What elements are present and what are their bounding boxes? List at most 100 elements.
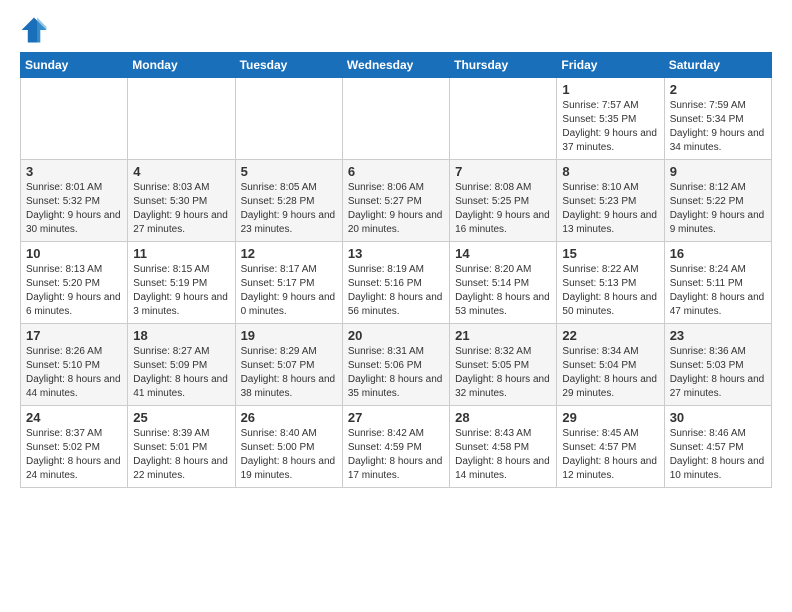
day-cell: 15 Sunrise: 8:22 AM Sunset: 5:13 PM Dayli… [557,242,664,324]
day-number: 2 [670,82,766,97]
day-number: 27 [348,410,444,425]
day-cell: 9 Sunrise: 8:12 AM Sunset: 5:22 PM Daylig… [664,160,771,242]
day-number: 17 [26,328,122,343]
day-number: 15 [562,246,658,261]
day-info: Sunrise: 8:15 AM Sunset: 5:19 PM Dayligh… [133,263,229,319]
day-cell: 6Sunrise: 8:06 AM Sunset: 5:27 PM Daylig… [342,160,449,242]
day-number: 12 [241,246,337,261]
day-info: Sunrise: 8:45 AM Sunset: 4:57 PM Dayligh… [562,427,658,483]
day-number: 19 [241,328,337,343]
day-number: 29 [562,410,658,425]
weekday-header-saturday: Saturday [664,53,771,78]
week-row-1: 1 Sunrise: 7:57 AM Sunset: 5:35 PM Daylig… [21,78,772,160]
calendar-table: SundayMondayTuesdayWednesdayThursdayFrid… [20,52,772,488]
day-number: 6 [348,164,444,179]
day-info: Sunrise: 8:46 AM Sunset: 4:57 PM Dayligh… [670,427,766,483]
day-info: Sunrise: 8:39 AM Sunset: 5:01 PM Dayligh… [133,427,229,483]
week-row-5: 24 Sunrise: 8:37 AM Sunset: 5:02 PM Dayli… [21,406,772,488]
day-info: Sunrise: 8:01 AM Sunset: 5:32 PM Dayligh… [26,181,122,237]
day-cell [235,78,342,160]
day-info: Sunrise: 8:32 AM Sunset: 5:05 PM Dayligh… [455,345,551,401]
page: SundayMondayTuesdayWednesdayThursdayFrid… [0,0,792,498]
day-cell [21,78,128,160]
week-row-3: 10 Sunrise: 8:13 AM Sunset: 5:20 PM Dayli… [21,242,772,324]
day-cell: 21 Sunrise: 8:32 AM Sunset: 5:05 PM Dayli… [450,324,557,406]
day-info: Sunrise: 8:36 AM Sunset: 5:03 PM Dayligh… [670,345,766,401]
week-row-4: 17 Sunrise: 8:26 AM Sunset: 5:10 PM Dayli… [21,324,772,406]
day-number: 13 [348,246,444,261]
day-cell: 23 Sunrise: 8:36 AM Sunset: 5:03 PM Dayli… [664,324,771,406]
day-cell: 19Sunrise: 8:29 AM Sunset: 5:07 PM Dayli… [235,324,342,406]
week-row-2: 3 Sunrise: 8:01 AM Sunset: 5:32 PM Daylig… [21,160,772,242]
day-number: 20 [348,328,444,343]
day-info: Sunrise: 8:42 AM Sunset: 4:59 PM Dayligh… [348,427,444,483]
day-info: Sunrise: 8:22 AM Sunset: 5:13 PM Dayligh… [562,263,658,319]
day-info: Sunrise: 7:57 AM Sunset: 5:35 PM Dayligh… [562,99,658,155]
day-cell [128,78,235,160]
day-info: Sunrise: 8:26 AM Sunset: 5:10 PM Dayligh… [26,345,122,401]
day-info: Sunrise: 8:03 AM Sunset: 5:30 PM Dayligh… [133,181,229,237]
day-cell: 7Sunrise: 8:08 AM Sunset: 5:25 PM Daylig… [450,160,557,242]
day-cell: 3 Sunrise: 8:01 AM Sunset: 5:32 PM Daylig… [21,160,128,242]
day-number: 3 [26,164,122,179]
header-row [20,16,772,44]
day-cell: 20 Sunrise: 8:31 AM Sunset: 5:06 PM Dayli… [342,324,449,406]
logo [20,16,52,44]
day-info: Sunrise: 8:24 AM Sunset: 5:11 PM Dayligh… [670,263,766,319]
day-number: 28 [455,410,551,425]
day-info: Sunrise: 8:27 AM Sunset: 5:09 PM Dayligh… [133,345,229,401]
day-info: Sunrise: 8:17 AM Sunset: 5:17 PM Dayligh… [241,263,337,319]
day-number: 16 [670,246,766,261]
weekday-header-wednesday: Wednesday [342,53,449,78]
day-number: 21 [455,328,551,343]
weekday-header-thursday: Thursday [450,53,557,78]
day-cell: 4 Sunrise: 8:03 AM Sunset: 5:30 PM Daylig… [128,160,235,242]
day-info: Sunrise: 8:12 AM Sunset: 5:22 PM Dayligh… [670,181,766,237]
day-cell: 1 Sunrise: 7:57 AM Sunset: 5:35 PM Daylig… [557,78,664,160]
day-cell: 18 Sunrise: 8:27 AM Sunset: 5:09 PM Dayli… [128,324,235,406]
day-cell: 2 Sunrise: 7:59 AM Sunset: 5:34 PM Daylig… [664,78,771,160]
day-info: Sunrise: 7:59 AM Sunset: 5:34 PM Dayligh… [670,99,766,155]
day-cell: 14Sunrise: 8:20 AM Sunset: 5:14 PM Dayli… [450,242,557,324]
weekday-header-row: SundayMondayTuesdayWednesdayThursdayFrid… [21,53,772,78]
day-number: 24 [26,410,122,425]
logo-icon [20,16,48,44]
day-info: Sunrise: 8:37 AM Sunset: 5:02 PM Dayligh… [26,427,122,483]
day-cell: 28Sunrise: 8:43 AM Sunset: 4:58 PM Dayli… [450,406,557,488]
day-cell: 27 Sunrise: 8:42 AM Sunset: 4:59 PM Dayli… [342,406,449,488]
day-number: 7 [455,164,551,179]
day-cell [450,78,557,160]
weekday-header-friday: Friday [557,53,664,78]
day-number: 4 [133,164,229,179]
day-cell: 12 Sunrise: 8:17 AM Sunset: 5:17 PM Dayli… [235,242,342,324]
weekday-header-tuesday: Tuesday [235,53,342,78]
day-info: Sunrise: 8:40 AM Sunset: 5:00 PM Dayligh… [241,427,337,483]
day-number: 23 [670,328,766,343]
day-info: Sunrise: 8:10 AM Sunset: 5:23 PM Dayligh… [562,181,658,237]
day-info: Sunrise: 8:31 AM Sunset: 5:06 PM Dayligh… [348,345,444,401]
day-cell: 22 Sunrise: 8:34 AM Sunset: 5:04 PM Dayli… [557,324,664,406]
weekday-header-monday: Monday [128,53,235,78]
day-number: 9 [670,164,766,179]
day-info: Sunrise: 8:13 AM Sunset: 5:20 PM Dayligh… [26,263,122,319]
day-number: 8 [562,164,658,179]
day-cell: 8 Sunrise: 8:10 AM Sunset: 5:23 PM Daylig… [557,160,664,242]
day-cell: 25Sunrise: 8:39 AM Sunset: 5:01 PM Dayli… [128,406,235,488]
day-cell: 13 Sunrise: 8:19 AM Sunset: 5:16 PM Dayli… [342,242,449,324]
day-cell [342,78,449,160]
day-cell: 10 Sunrise: 8:13 AM Sunset: 5:20 PM Dayli… [21,242,128,324]
day-number: 30 [670,410,766,425]
day-cell: 11Sunrise: 8:15 AM Sunset: 5:19 PM Dayli… [128,242,235,324]
weekday-header-sunday: Sunday [21,53,128,78]
day-info: Sunrise: 8:20 AM Sunset: 5:14 PM Dayligh… [455,263,551,319]
day-cell: 5Sunrise: 8:05 AM Sunset: 5:28 PM Daylig… [235,160,342,242]
day-info: Sunrise: 8:19 AM Sunset: 5:16 PM Dayligh… [348,263,444,319]
day-number: 18 [133,328,229,343]
day-cell: 24 Sunrise: 8:37 AM Sunset: 5:02 PM Dayli… [21,406,128,488]
day-cell: 17 Sunrise: 8:26 AM Sunset: 5:10 PM Dayli… [21,324,128,406]
day-number: 22 [562,328,658,343]
day-info: Sunrise: 8:34 AM Sunset: 5:04 PM Dayligh… [562,345,658,401]
day-cell: 29 Sunrise: 8:45 AM Sunset: 4:57 PM Dayli… [557,406,664,488]
day-number: 1 [562,82,658,97]
day-number: 10 [26,246,122,261]
